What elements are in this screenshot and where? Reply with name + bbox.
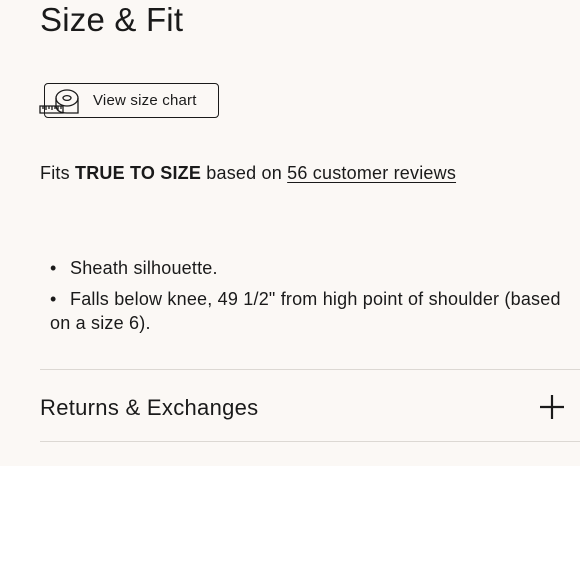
customer-reviews-link[interactable]: 56 customer reviews — [287, 163, 456, 183]
list-item: • Sheath silhouette. — [50, 258, 218, 278]
accordion-label: Returns & Exchanges — [40, 395, 259, 420]
details-list: • Sheath silhouette. • Falls below knee, 4… — [50, 256, 580, 342]
fit-verdict: TRUE TO SIZE — [75, 163, 202, 183]
list-item: • Falls below knee, 49 1/2" from high poi… — [50, 289, 561, 333]
measuring-tape-icon — [39, 88, 83, 116]
size-fit-panel: Size & Fit View size chart Fits TRUE TO … — [0, 0, 580, 466]
fit-middle-text: based on — [206, 163, 282, 183]
fit-summary: Fits TRUE TO SIZE based on 56 customer r… — [40, 161, 456, 185]
bullet: • — [50, 258, 57, 278]
divider — [40, 441, 580, 442]
view-size-chart-button[interactable]: View size chart — [39, 83, 219, 118]
fit-prefix: Fits — [40, 163, 70, 183]
bullet: • — [50, 289, 57, 309]
plus-icon[interactable] — [539, 394, 565, 420]
returns-exchanges-accordion[interactable]: Returns & Exchanges — [40, 370, 580, 442]
size-chart-label: View size chart — [93, 92, 197, 109]
section-title: Size & Fit — [40, 1, 184, 38]
